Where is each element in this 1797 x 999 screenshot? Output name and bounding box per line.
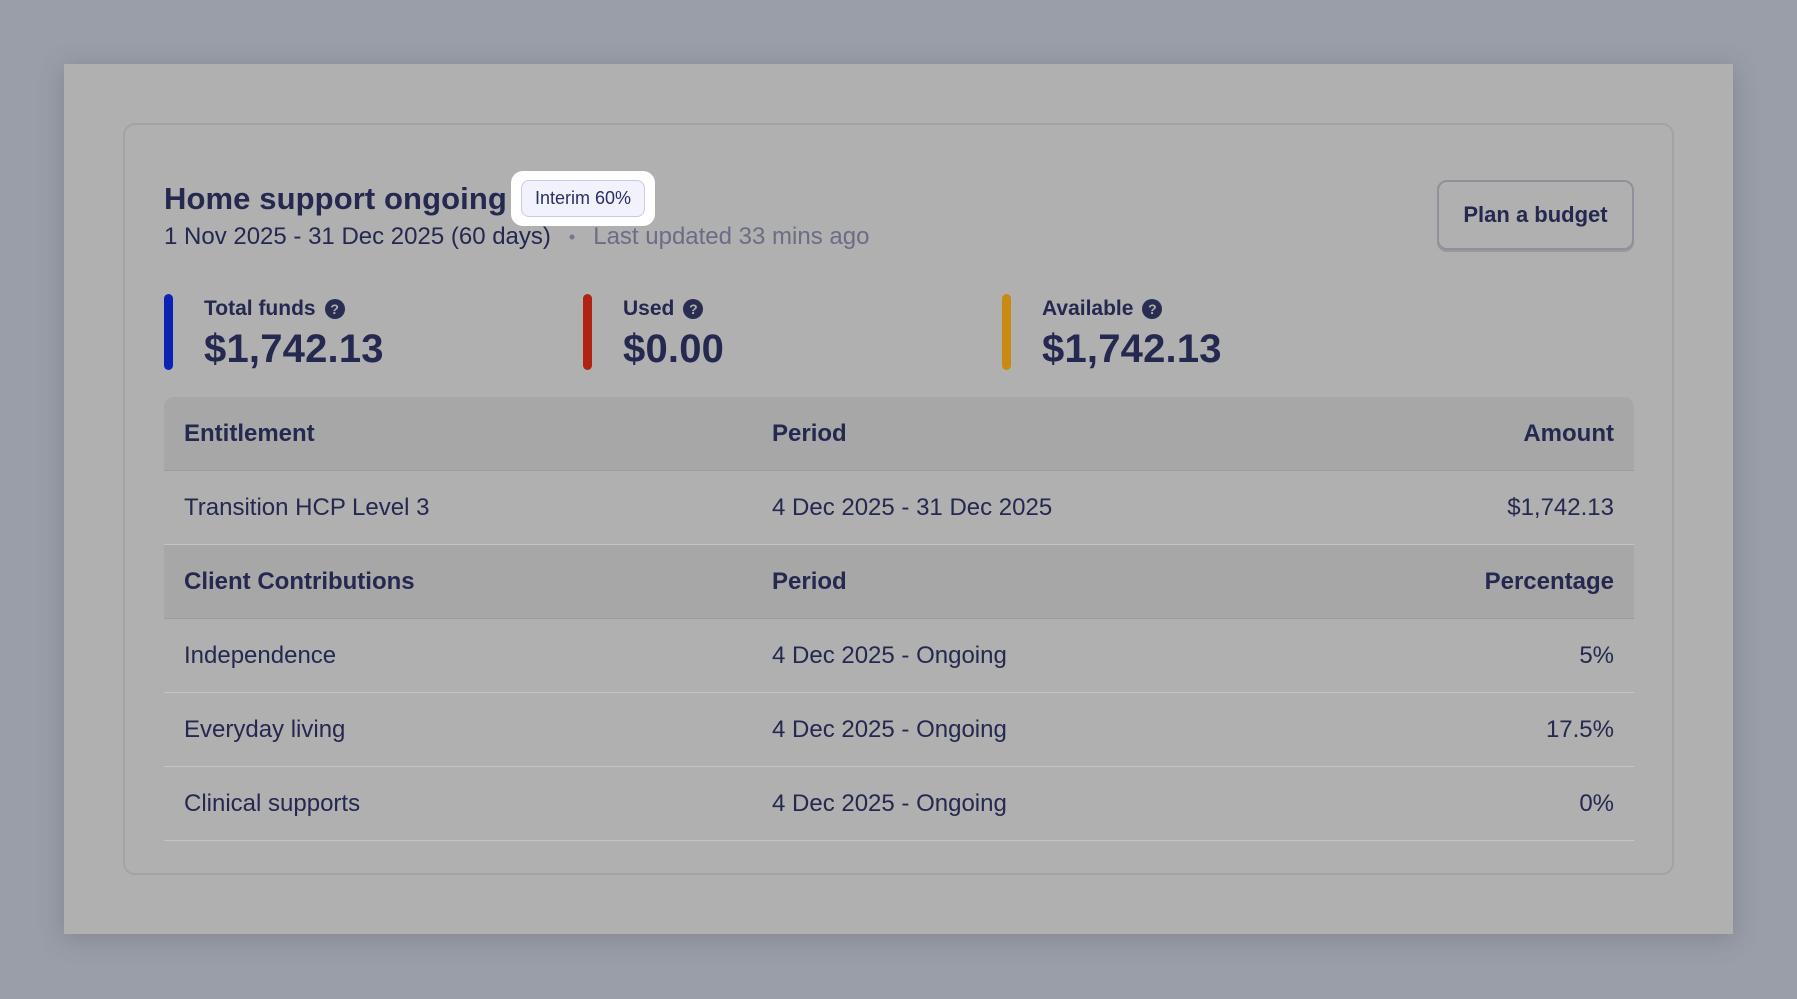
stat-used: Used ? $0.00 [583,293,724,371]
interim-badge[interactable]: Interim 60% [520,180,646,217]
table-cell: 17.5% [1545,715,1614,743]
stat-total-funds: Total funds ? $1,742.13 [164,293,384,371]
badge-highlight: Interim 60% [510,171,656,226]
last-updated-text: Last updated 33 mins ago [593,223,870,250]
total-funds-color-bar [164,294,173,370]
help-icon[interactable]: ? [1142,299,1163,319]
table-cell: 4 Dec 2025 - 31 Dec 2025 [772,493,1053,521]
entitlements-table: Entitlement Period Amount Transition HCP… [164,397,1634,841]
entitlement-header-row: Entitlement Period Amount [164,397,1634,471]
table-cell: Transition HCP Level 3 [184,493,430,521]
table-row: Clinical supports 4 Dec 2025 - Ongoing 0… [164,767,1634,841]
column-header: Entitlement [184,419,315,447]
table-cell: 4 Dec 2025 - Ongoing [772,715,1007,743]
table-row: Independence 4 Dec 2025 - Ongoing 5% [164,619,1634,693]
available-value: $1,742.13 [1042,327,1222,371]
table-cell: Everyday living [184,715,346,743]
page-title: Home support ongoing [164,180,507,216]
plan-budget-button[interactable]: Plan a budget [1437,180,1634,250]
contributions-header-row: Client Contributions Period Percentage [164,545,1634,619]
used-color-bar [583,294,592,370]
period-subline: 1 Nov 2025 - 31 Dec 2025 (60 days) • Las… [164,223,869,251]
column-header: Percentage [1484,567,1614,595]
title-row: Home support ongoing Interim 60% [164,171,656,226]
used-value: $0.00 [623,327,725,371]
table-cell: Clinical supports [184,789,361,817]
column-header: Amount [1523,419,1614,447]
help-icon[interactable]: ? [324,299,345,319]
table-cell: 4 Dec 2025 - Ongoing [772,789,1007,817]
table-cell: Independence [184,641,337,669]
stat-available: Available ? $1,742.13 [1002,293,1222,371]
table-cell: $1,742.13 [1507,493,1614,521]
period-dates: 1 Nov 2025 - 31 Dec 2025 (60 days) [164,223,551,250]
table-cell: 0% [1579,789,1614,817]
column-header: Period [772,567,847,595]
separator-dot: • [568,226,576,247]
funding-summary-card: Home support ongoing Interim 60% 1 Nov 2… [123,123,1674,875]
available-label: Available [1042,297,1134,320]
column-header: Period [772,419,847,447]
table-row: Everyday living 4 Dec 2025 - Ongoing 17.… [164,693,1634,767]
help-icon[interactable]: ? [683,299,704,319]
total-funds-value: $1,742.13 [204,327,384,371]
column-header: Client Contributions [184,567,415,595]
table-row: Transition HCP Level 3 4 Dec 2025 - 31 D… [164,471,1634,545]
modal-overlay-backdrop: Home support ongoing Interim 60% 1 Nov 2… [64,64,1733,934]
available-color-bar [1002,294,1011,370]
used-label: Used [623,297,675,320]
funds-stats: Total funds ? $1,742.13 Used ? $0.00 Ava… [164,293,1464,371]
table-cell: 5% [1579,641,1614,669]
total-funds-label: Total funds [204,297,316,320]
table-cell: 4 Dec 2025 - Ongoing [772,641,1007,669]
